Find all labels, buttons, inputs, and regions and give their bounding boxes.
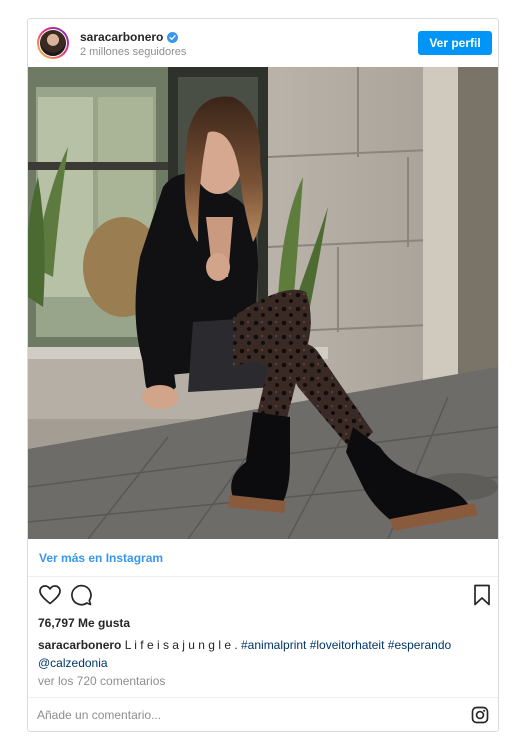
followers-count: 2 millones seguidores — [80, 46, 187, 58]
mention-link[interactable]: @calzedonia — [38, 656, 108, 670]
action-bar — [28, 583, 498, 611]
hashtag-link[interactable]: #esperando — [388, 638, 451, 652]
likes-count[interactable]: 76,797 Me gusta — [38, 616, 130, 630]
comment-input[interactable] — [37, 706, 437, 724]
caption: saracarbonero L i f e i s a j u n g l e … — [38, 636, 490, 672]
avatar-image — [39, 29, 67, 57]
comment-icon[interactable] — [69, 583, 93, 607]
avatar[interactable] — [37, 27, 69, 59]
view-profile-button[interactable]: Ver perfil — [418, 31, 492, 55]
username-link[interactable]: saracarbonero — [80, 30, 163, 44]
verified-badge-icon — [167, 31, 179, 43]
post-header: saracarbonero 2 millones seguidores Ver … — [28, 19, 498, 67]
hashtag-link[interactable]: #loveitorhateit — [310, 638, 385, 652]
post-photo[interactable] — [28, 67, 498, 539]
instagram-embed-card: saracarbonero 2 millones seguidores Ver … — [27, 18, 499, 732]
see-more-on-instagram-link[interactable]: Ver más en Instagram — [39, 551, 163, 565]
caption-text: L i f e i s a j u n g l e . — [121, 638, 241, 652]
comment-bar — [28, 697, 498, 732]
bookmark-icon[interactable] — [470, 583, 494, 607]
heart-icon[interactable] — [38, 583, 62, 607]
caption-username[interactable]: saracarbonero — [38, 638, 121, 652]
username-row: saracarbonero — [80, 30, 179, 44]
view-comments-link[interactable]: ver los 720 comentarios — [38, 674, 165, 688]
hashtag-link[interactable]: #animalprint — [241, 638, 306, 652]
photo-illustration — [28, 67, 498, 539]
instagram-icon[interactable] — [471, 706, 489, 724]
see-more-bar: Ver más en Instagram — [28, 539, 498, 577]
